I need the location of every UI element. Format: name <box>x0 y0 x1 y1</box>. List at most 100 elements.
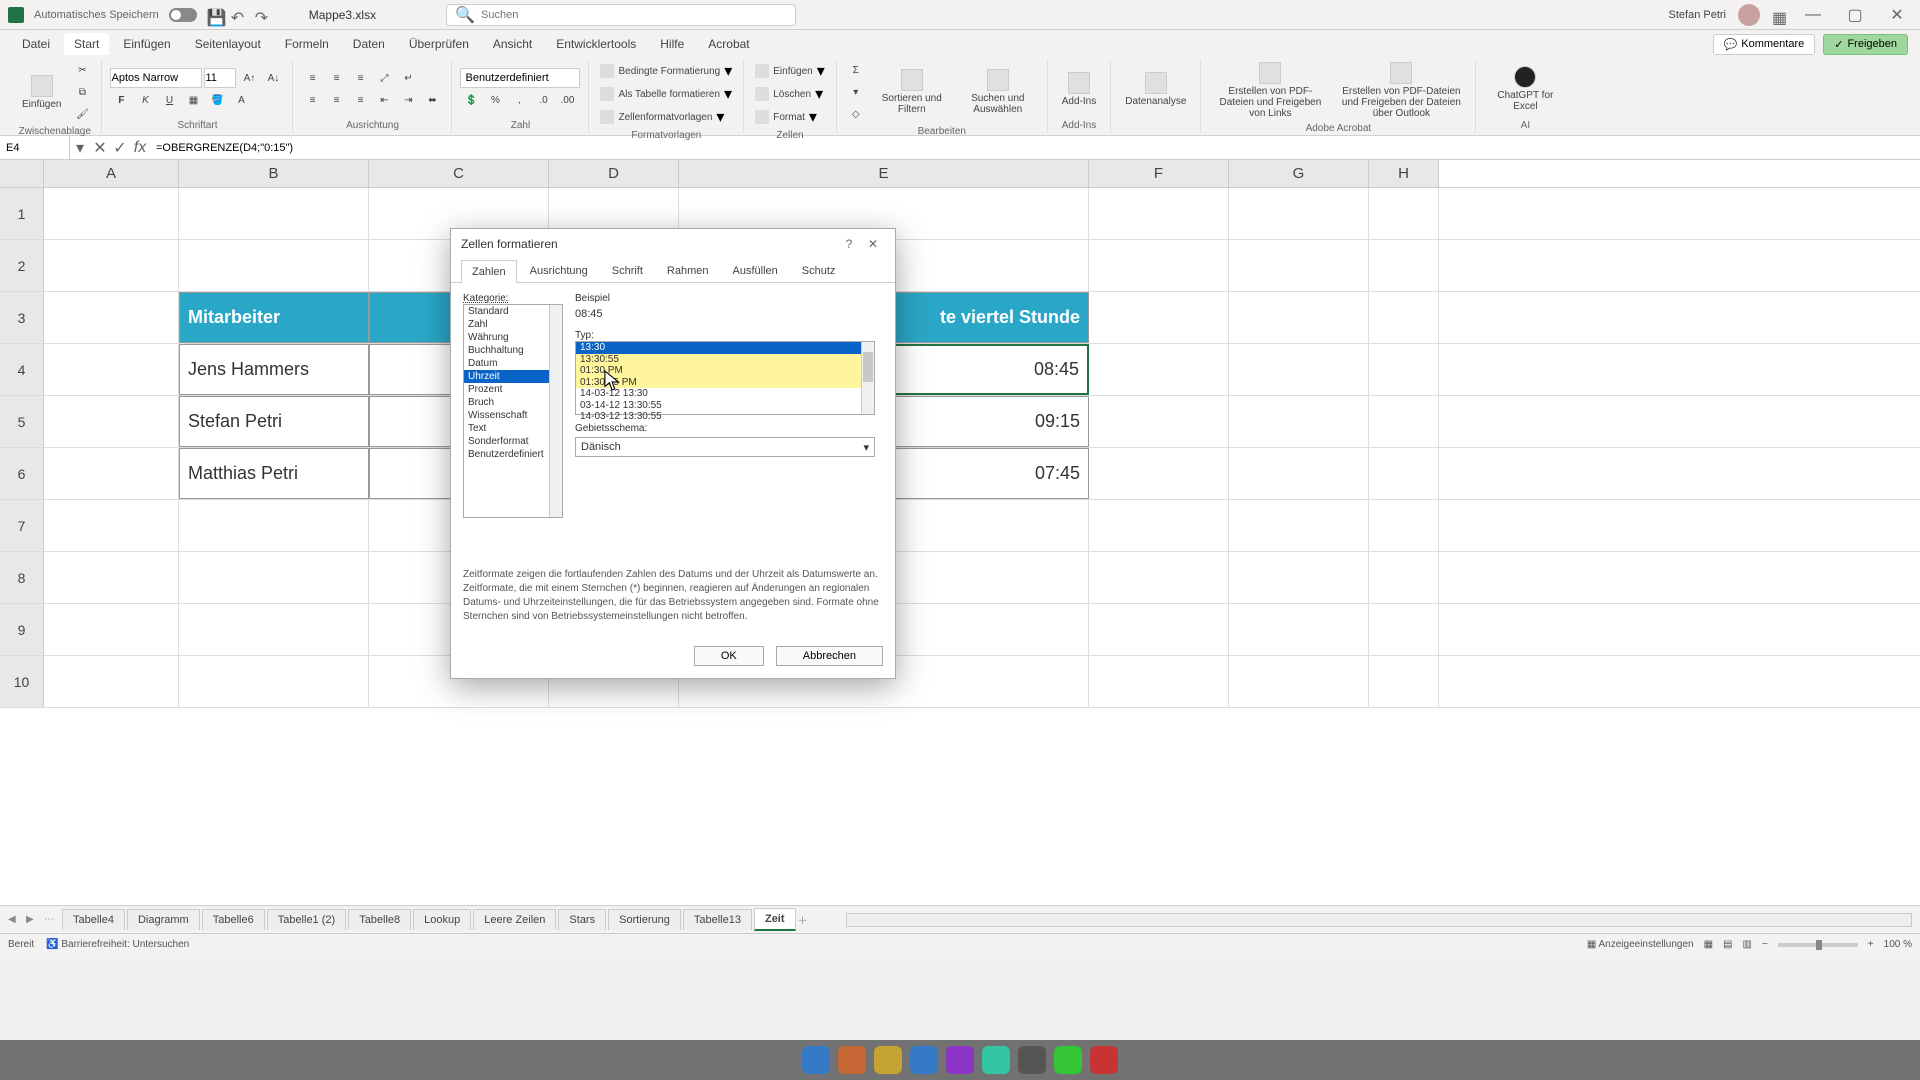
cut-button[interactable]: ✂ <box>71 60 93 80</box>
merge-button[interactable]: ⬌ <box>421 90 443 110</box>
minimize-button[interactable]: — <box>1798 5 1828 25</box>
sheet-tab[interactable]: Tabelle1 (2) <box>267 909 346 930</box>
align-bottom[interactable]: ≡ <box>349 68 371 88</box>
zoom-slider[interactable] <box>1778 943 1858 947</box>
redo-icon[interactable]: ↷ <box>255 8 269 22</box>
table-cell-name[interactable]: Jens Hammers <box>179 344 369 395</box>
indent-dec[interactable]: ⇤ <box>373 90 395 110</box>
dialog-tab-ausfuellen[interactable]: Ausfüllen <box>722 259 789 282</box>
col-header-b[interactable]: B <box>179 160 369 187</box>
table-cell-name[interactable]: Matthias Petri <box>179 448 369 499</box>
tab-acrobat[interactable]: Acrobat <box>698 33 759 55</box>
col-header-f[interactable]: F <box>1089 160 1229 187</box>
find-select-button[interactable]: Suchen und Auswählen <box>957 67 1039 117</box>
name-box[interactable] <box>0 136 70 159</box>
category-item[interactable]: Sonderformat <box>464 435 562 448</box>
autosave-toggle[interactable] <box>169 8 197 22</box>
autosum[interactable]: Σ <box>845 60 867 80</box>
row-header[interactable]: 7 <box>0 500 44 551</box>
type-item[interactable]: 03-14-12 13:30:55 <box>576 400 874 412</box>
tab-seitenlayout[interactable]: Seitenlayout <box>185 33 271 55</box>
undo-icon[interactable]: ↶ <box>231 8 245 22</box>
dialog-tab-schutz[interactable]: Schutz <box>791 259 847 282</box>
taskbar-app-icon[interactable] <box>910 1046 938 1074</box>
paste-button[interactable]: Einfügen <box>16 73 67 112</box>
type-item[interactable]: 14-03-12 13:30 <box>576 388 874 400</box>
data-analysis-button[interactable]: Datenanalyse <box>1119 70 1192 109</box>
font-shrink[interactable]: A↓ <box>262 68 284 88</box>
tab-formeln[interactable]: Formeln <box>275 33 339 55</box>
row-header[interactable]: 1 <box>0 188 44 239</box>
font-color-button[interactable]: A <box>230 90 252 110</box>
insert-cells[interactable]: Einfügen▾ <box>754 60 826 82</box>
font-size[interactable] <box>204 68 236 88</box>
sheet-tab[interactable]: Stars <box>558 909 606 930</box>
col-header-g[interactable]: G <box>1229 160 1369 187</box>
row-header[interactable]: 9 <box>0 604 44 655</box>
align-top[interactable]: ≡ <box>301 68 323 88</box>
dialog-tab-schrift[interactable]: Schrift <box>601 259 654 282</box>
taskbar-app-icon[interactable] <box>946 1046 974 1074</box>
enter-formula[interactable]: ✓ <box>110 136 130 159</box>
category-item[interactable]: Text <box>464 422 562 435</box>
display-settings[interactable]: ▦ Anzeigeeinstellungen <box>1587 939 1694 950</box>
number-format-dropdown[interactable]: Benutzerdefiniert <box>460 68 580 88</box>
clear-button[interactable]: ◇ <box>845 104 867 124</box>
indent-inc[interactable]: ⇥ <box>397 90 419 110</box>
col-header-c[interactable]: C <box>369 160 549 187</box>
zoom-out[interactable]: − <box>1762 939 1768 950</box>
row-header[interactable]: 2 <box>0 240 44 291</box>
dialog-tab-ausrichtung[interactable]: Ausrichtung <box>519 259 599 282</box>
border-button[interactable]: ▦ <box>182 90 204 110</box>
dialog-tab-zahlen[interactable]: Zahlen <box>461 260 517 283</box>
view-page-break[interactable]: ▥ <box>1743 939 1752 950</box>
type-item-selected[interactable]: 13:30 <box>576 342 874 354</box>
copy-button[interactable]: ⧉ <box>71 82 93 102</box>
col-header-h[interactable]: H <box>1369 160 1439 187</box>
tab-start[interactable]: Start <box>64 33 109 55</box>
sheet-tab[interactable]: Tabelle4 <box>62 909 125 930</box>
comma-button[interactable]: , <box>508 90 530 110</box>
pdf-outlook-button[interactable]: Erstellen von PDF-Dateien und Freigeben … <box>1335 60 1467 121</box>
wrap-text[interactable]: ↵ <box>397 68 419 88</box>
type-item[interactable]: 01:30:55 PM <box>576 377 874 389</box>
font-grow[interactable]: A↑ <box>238 68 260 88</box>
orientation[interactable]: ⤢ <box>373 68 395 88</box>
avatar[interactable] <box>1738 4 1760 26</box>
sheet-tab[interactable]: Tabelle6 <box>202 909 265 930</box>
col-header-d[interactable]: D <box>549 160 679 187</box>
percent-button[interactable]: % <box>484 90 506 110</box>
view-normal[interactable]: ▦ <box>1704 939 1713 950</box>
format-painter-button[interactable]: 🖌 <box>71 104 93 124</box>
fill-button[interactable]: ▾ <box>845 82 867 102</box>
add-sheet-button[interactable]: ＋ <box>798 912 814 927</box>
category-item[interactable]: Bruch <box>464 396 562 409</box>
col-header-a[interactable]: A <box>44 160 179 187</box>
category-item-selected[interactable]: Uhrzeit <box>464 370 562 383</box>
align-center[interactable]: ≡ <box>325 90 347 110</box>
tab-nav-more[interactable]: ⋯ <box>44 914 60 925</box>
cancel-formula[interactable]: ✕ <box>90 136 110 159</box>
search-box[interactable]: 🔍 <box>446 4 796 26</box>
comments-button[interactable]: 💬 Kommentare <box>1713 34 1816 55</box>
sheet-tab[interactable]: Lookup <box>413 909 471 930</box>
tab-datei[interactable]: Datei <box>12 33 60 55</box>
tab-einfuegen[interactable]: Einfügen <box>113 33 180 55</box>
row-header[interactable]: 5 <box>0 396 44 447</box>
namebox-dropdown[interactable]: ▾ <box>70 136 90 159</box>
select-all-corner[interactable] <box>0 160 44 187</box>
share-button[interactable]: ✓ Freigeben <box>1823 34 1908 55</box>
col-header-e[interactable]: E <box>679 160 1089 187</box>
conditional-formatting[interactable]: Bedingte Formatierung▾ <box>599 60 733 82</box>
row-header[interactable]: 4 <box>0 344 44 395</box>
tab-ueberpruefen[interactable]: Überprüfen <box>399 33 479 55</box>
category-scrollbar[interactable] <box>549 305 562 517</box>
category-item[interactable]: Benutzerdefiniert <box>464 448 562 461</box>
dialog-close-button[interactable]: ✕ <box>861 237 885 251</box>
category-item[interactable]: Währung <box>464 331 562 344</box>
type-scrollbar[interactable] <box>861 342 874 414</box>
close-button[interactable]: ✕ <box>1882 5 1912 25</box>
tab-nav-prev[interactable]: ◀ <box>8 914 24 925</box>
align-right[interactable]: ≡ <box>349 90 371 110</box>
table-header-mitarbeiter[interactable]: Mitarbeiter <box>179 292 369 343</box>
